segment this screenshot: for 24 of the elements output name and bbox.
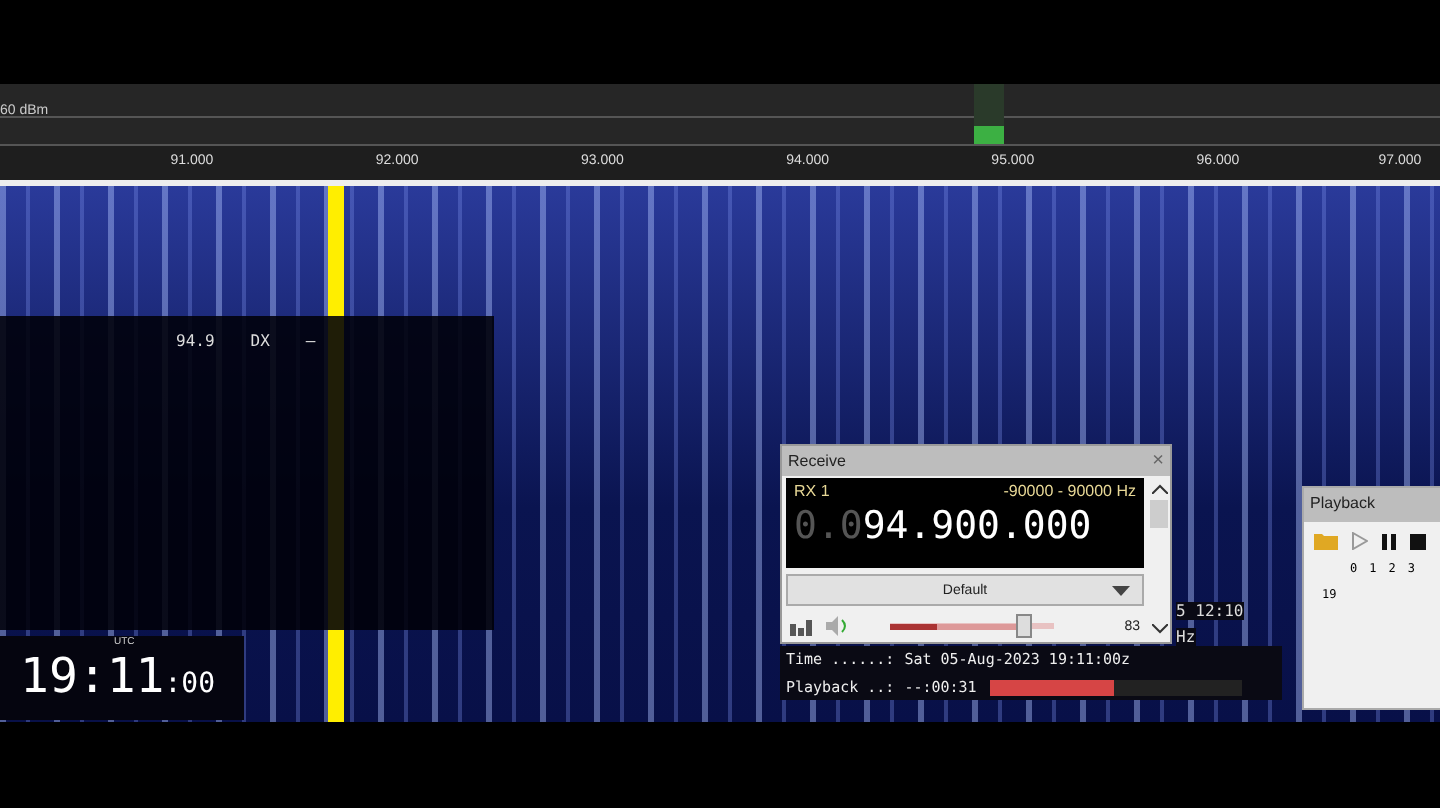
bandwidth-range: -90000 - 90000 Hz [1003, 482, 1136, 500]
receiver-label: RX 1 [794, 482, 830, 500]
stop-icon[interactable] [1410, 533, 1426, 549]
tuning-marker[interactable] [974, 84, 1004, 144]
window-title: Receive [788, 452, 846, 470]
slider-thumb[interactable] [1016, 614, 1033, 638]
frequency-display[interactable]: RX 1 -90000 - 90000 Hz 0.094.900.000 [786, 478, 1144, 568]
scroll-down-icon[interactable] [1151, 624, 1167, 634]
clock-time: 19:11 [20, 648, 165, 704]
station-name: – [305, 332, 316, 350]
partial-text: 5 12:10 [1176, 602, 1244, 620]
scroll-up-icon[interactable] [1151, 484, 1167, 494]
frequency-leading-digits: 0.0 [794, 504, 863, 548]
speaker-icon[interactable] [826, 616, 850, 636]
partial-text: Hz [1176, 628, 1196, 646]
meter-icon[interactable] [790, 617, 814, 635]
caret-icon [1112, 586, 1130, 596]
clock-seconds: :00 [164, 668, 216, 700]
window-title: Playback [1304, 488, 1440, 522]
pause-icon[interactable] [1382, 533, 1396, 549]
scroll-thumb[interactable] [1150, 500, 1168, 528]
station-mode: DX [250, 332, 270, 350]
station-frequency: 94.9 [176, 332, 215, 350]
frequency-digits: 94.900.000 [862, 504, 1092, 548]
